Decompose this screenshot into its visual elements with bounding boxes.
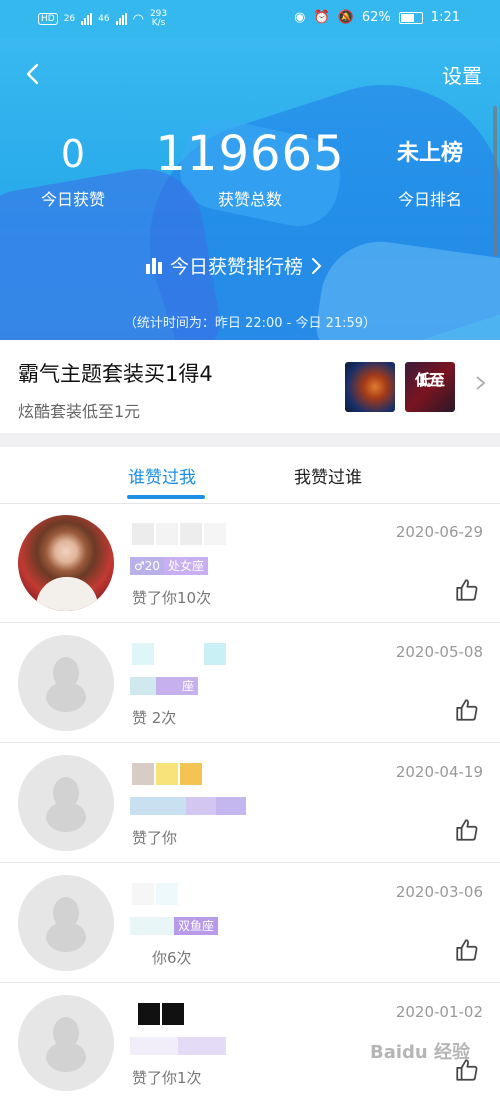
today-likes-value: 0 xyxy=(60,132,86,176)
likes-list: ♂20 处女座 赞了你10次 2020-06-29 座 赞 2次 2020-05… xyxy=(0,503,500,1102)
settings-button[interactable]: 设置 xyxy=(442,60,482,89)
battery-icon xyxy=(398,11,423,24)
promo-title: 霸气主题套装买1得4 xyxy=(18,362,213,386)
section-divider xyxy=(0,433,500,447)
today-likes-label: 今日获赞 xyxy=(40,190,105,209)
age-tag xyxy=(130,677,156,695)
default-avatar-icon xyxy=(46,657,86,712)
battery-percent: 62% xyxy=(361,10,391,25)
status-right: ◉ ⏰ 🔕 62% 1:21 xyxy=(294,10,460,25)
profile-tag: ♂20 处女座 xyxy=(130,557,209,575)
tag-blur xyxy=(216,797,246,815)
active-tab-indicator xyxy=(127,495,205,499)
rank-list-link[interactable]: 今日获赞排行榜 xyxy=(146,252,323,279)
like-date: 2020-01-02 xyxy=(395,1003,483,1021)
tag-blur xyxy=(130,797,186,815)
status-left: HD 26 46 ◠ 293 K/s xyxy=(38,10,167,28)
zodiac-tag: 座 xyxy=(156,677,199,695)
watermark: Baidu 经验 xyxy=(369,1042,470,1063)
tab-liked-me[interactable]: 谁赞过我 xyxy=(128,463,196,488)
speed-unit: K/s xyxy=(151,18,166,28)
list-item[interactable]: 双鱼座 你6次 2020-03-06 xyxy=(0,863,500,983)
profile-tag xyxy=(130,1037,226,1055)
back-icon[interactable] xyxy=(22,62,46,86)
network-label-2: 46 xyxy=(98,14,110,24)
tag-blur xyxy=(178,1037,226,1055)
sale-text-line2: 1元 xyxy=(417,371,443,389)
wifi-icon: ◠ xyxy=(132,11,144,27)
like-count: 赞了你 xyxy=(132,829,178,847)
total-likes-stat: 119665 获赞总数 xyxy=(150,126,350,210)
blurred-name xyxy=(132,883,178,905)
network-label-1: 26 xyxy=(63,14,76,24)
thumbs-up-icon[interactable] xyxy=(454,937,480,963)
like-date: 2020-05-08 xyxy=(395,643,483,661)
avatar[interactable] xyxy=(18,875,114,971)
total-likes-value: 119665 xyxy=(155,126,345,182)
stat-time-note: （统计时间为：昨日 22:00 - 今日 21:59） xyxy=(123,316,377,331)
clock: 1:21 xyxy=(430,10,460,25)
avatar[interactable] xyxy=(18,635,114,731)
list-item[interactable]: 赞了你 2020-04-19 xyxy=(0,743,500,863)
promo-thumbnail-sale: 低至 1元 xyxy=(405,362,455,412)
chevron-right-icon xyxy=(312,257,322,274)
chevron-right-icon xyxy=(476,376,486,390)
rank-list-label: 今日获赞排行榜 xyxy=(170,256,304,278)
hd-badge: HD xyxy=(38,13,58,25)
like-date: 2020-03-06 xyxy=(395,883,483,901)
like-count: 赞了你1次 xyxy=(132,1069,202,1087)
list-item[interactable]: ♂20 处女座 赞了你10次 2020-06-29 xyxy=(0,503,500,623)
tag-blur xyxy=(130,917,174,935)
bar-chart-icon xyxy=(146,257,162,274)
theme-promo-banner[interactable]: 霸气主题套装买1得4 炫酷套装低至1元 低至 1元 xyxy=(0,340,500,433)
avatar[interactable] xyxy=(18,995,114,1091)
zodiac-tag: 处女座 xyxy=(164,557,209,575)
default-avatar-icon xyxy=(46,1017,86,1072)
profile-tag: 座 xyxy=(130,677,199,695)
thumbs-up-icon[interactable] xyxy=(454,577,480,603)
promo-subtitle: 炫酷套装低至1元 xyxy=(18,402,141,421)
alarm-icon: ⏰ xyxy=(313,10,330,25)
tab-i-liked[interactable]: 我赞过谁 xyxy=(294,463,362,488)
thumbs-up-icon[interactable] xyxy=(454,697,480,723)
like-count: 你6次 xyxy=(152,949,192,967)
default-avatar-icon xyxy=(46,777,86,832)
profile-tag xyxy=(130,797,246,815)
thumbs-up-icon[interactable] xyxy=(454,817,480,843)
sale-text: 低至 1元 xyxy=(405,366,455,389)
signal-icon xyxy=(81,13,93,25)
like-count: 赞 2次 xyxy=(132,709,177,727)
like-date: 2020-06-29 xyxy=(395,523,483,541)
network-speed: 293 K/s xyxy=(150,10,167,28)
age-tag: ♂20 xyxy=(130,557,165,575)
avatar-photo xyxy=(18,515,114,611)
blurred-name xyxy=(138,1003,184,1025)
blurred-name xyxy=(132,523,226,545)
list-item[interactable]: 座 赞 2次 2020-05-08 xyxy=(0,623,500,743)
like-count: 赞了你10次 xyxy=(132,589,212,607)
like-date: 2020-04-19 xyxy=(395,763,483,781)
status-bar: HD 26 46 ◠ 293 K/s ◉ ⏰ 🔕 62% 1:21 xyxy=(0,0,500,38)
tabs: 谁赞过我 我赞过谁 xyxy=(0,447,500,504)
mute-icon: 🔕 xyxy=(337,10,354,25)
blurred-name xyxy=(132,763,202,785)
today-likes-stat: 0 今日获赞 xyxy=(28,134,118,210)
avatar[interactable] xyxy=(18,515,114,611)
profile-tag: 双鱼座 xyxy=(130,917,219,935)
today-rank-stat: 未上榜 今日排名 xyxy=(380,134,480,210)
today-rank-value: 未上榜 xyxy=(396,141,463,166)
signal-icon-2 xyxy=(115,13,127,25)
total-likes-label: 获赞总数 xyxy=(217,190,282,209)
scrollbar[interactable] xyxy=(493,106,497,256)
eye-icon: ◉ xyxy=(294,10,306,25)
likes-header: 设置 0 今日获赞 119665 获赞总数 未上榜 今日排名 今日获赞排行榜 （… xyxy=(0,38,500,340)
default-avatar-icon xyxy=(46,897,86,952)
avatar[interactable] xyxy=(18,755,114,851)
zodiac-tag: 双鱼座 xyxy=(174,917,219,935)
tag-blur xyxy=(130,1037,178,1055)
today-rank-label: 今日排名 xyxy=(397,190,462,209)
blurred-name xyxy=(132,643,226,665)
tag-blur xyxy=(186,797,216,815)
promo-thumbnail-dragon xyxy=(345,362,395,412)
